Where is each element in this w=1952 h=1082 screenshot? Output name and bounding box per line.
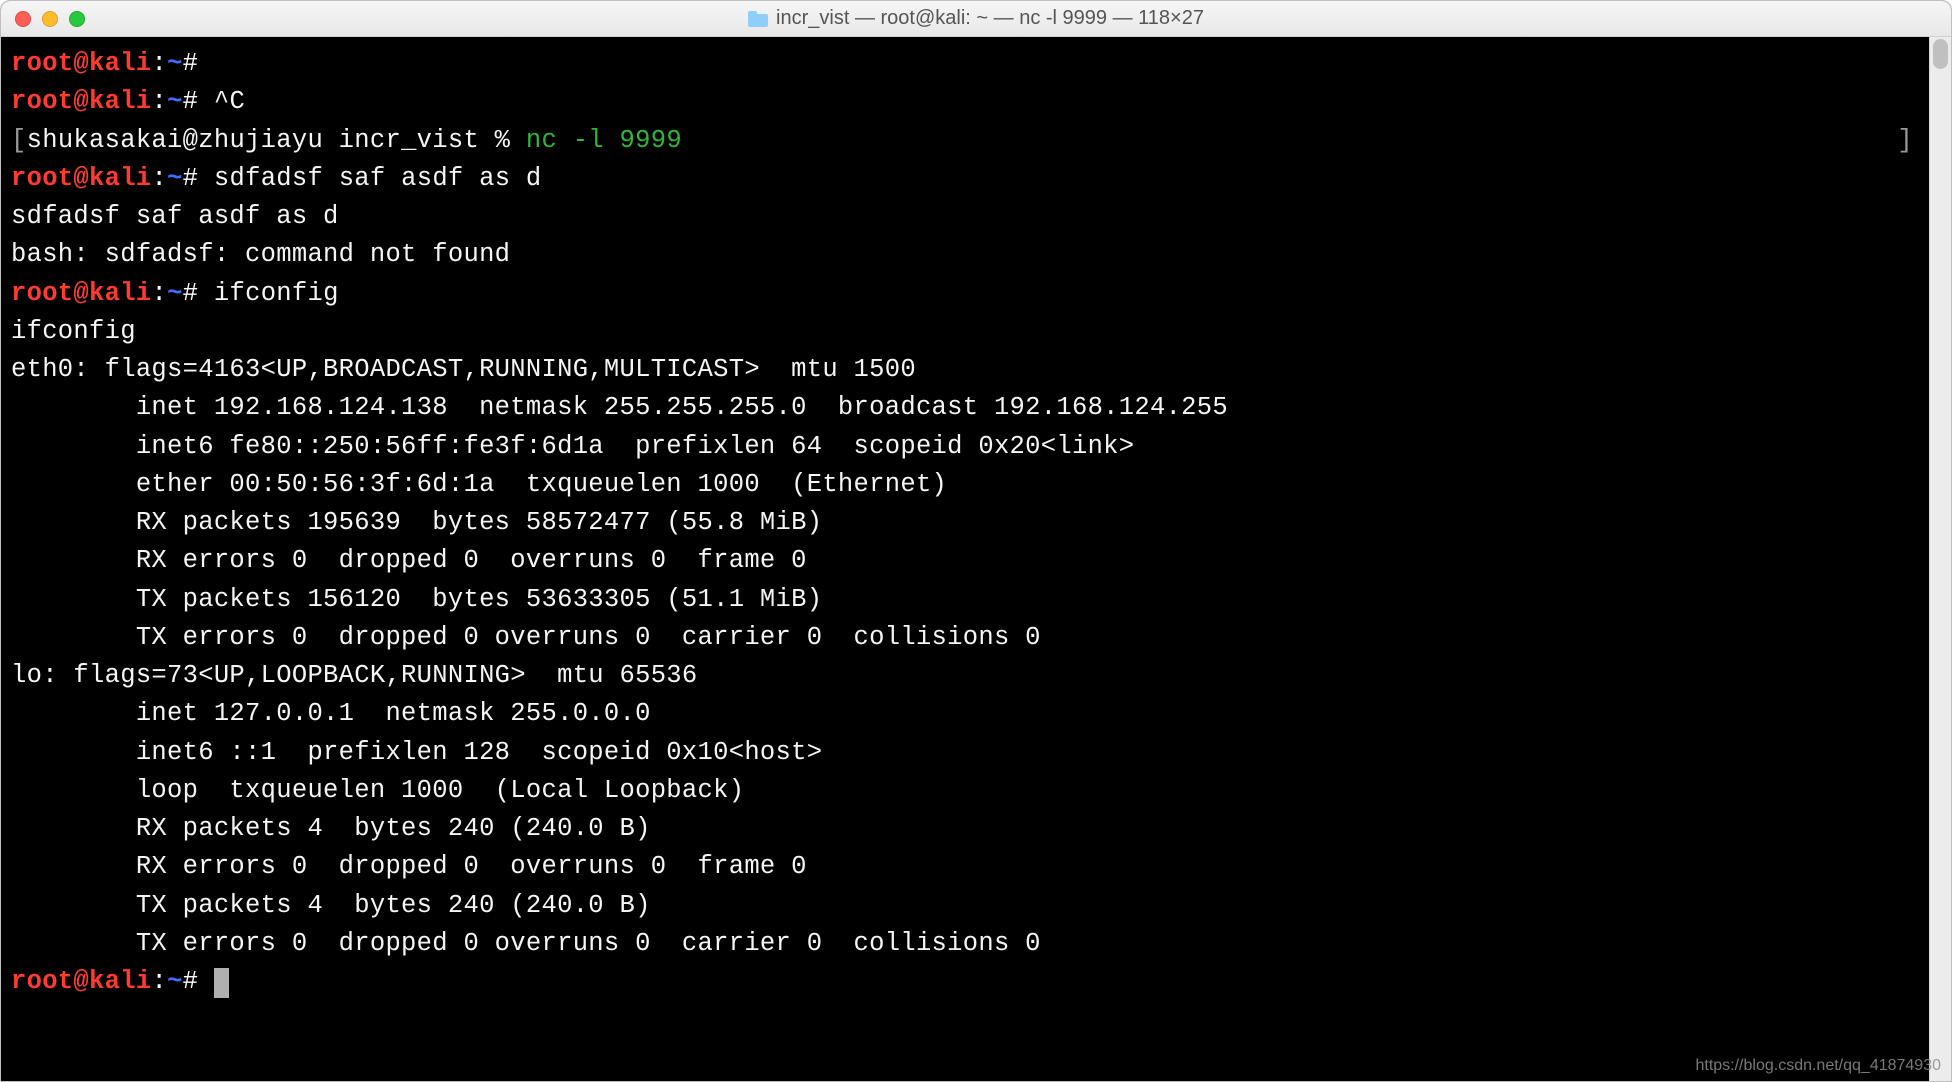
terminal-line: root@kali:~# sdfadsf saf asdf as d bbox=[11, 160, 1919, 198]
prompt-at: @ bbox=[73, 87, 89, 116]
window-title: incr_vist — root@kali: ~ — nc -l 9999 — … bbox=[748, 7, 1204, 30]
prompt-at: @ bbox=[73, 967, 89, 996]
terminal-line: RX packets 4 bytes 240 (240.0 B) bbox=[11, 810, 1919, 848]
terminal-line: ether 00:50:56:3f:6d:1a txqueuelen 1000 … bbox=[11, 466, 1919, 504]
scrollbar-thumb[interactable] bbox=[1933, 39, 1948, 69]
terminal-line: bash: sdfadsf: command not found bbox=[11, 236, 1919, 274]
command-text bbox=[198, 967, 214, 996]
terminal-line: inet 127.0.0.1 netmask 255.0.0.0 bbox=[11, 695, 1919, 733]
minimize-button[interactable] bbox=[42, 11, 58, 27]
local-shell-prompt: shukasakai@zhujiayu incr_vist % bbox=[27, 126, 526, 155]
watermark-text: https://blog.csdn.net/qq_41874930 bbox=[1695, 1057, 1941, 1075]
terminal-window: incr_vist — root@kali: ~ — nc -l 9999 — … bbox=[0, 0, 1952, 1082]
prompt-colon: : bbox=[151, 87, 167, 116]
prompt-host: kali bbox=[89, 279, 151, 308]
close-button[interactable] bbox=[15, 11, 31, 27]
titlebar: incr_vist — root@kali: ~ — nc -l 9999 — … bbox=[1, 1, 1951, 37]
terminal-line: RX packets 195639 bytes 58572477 (55.8 M… bbox=[11, 504, 1919, 542]
terminal-line: root@kali:~# ifconfig bbox=[11, 275, 1919, 313]
bracket-close: ] bbox=[1897, 122, 1919, 160]
prompt-host: kali bbox=[89, 164, 151, 193]
prompt-colon: : bbox=[151, 967, 167, 996]
prompt-colon: : bbox=[151, 49, 167, 78]
command-text bbox=[198, 49, 214, 78]
command-text: ^C bbox=[198, 87, 245, 116]
prompt-user: root bbox=[11, 87, 73, 116]
prompt-path: ~ bbox=[167, 49, 183, 78]
bracket-open: [ bbox=[11, 126, 27, 155]
terminal-line: inet 192.168.124.138 netmask 255.255.255… bbox=[11, 389, 1919, 427]
terminal-line: inet6 fe80::250:56ff:fe3f:6d1a prefixlen… bbox=[11, 428, 1919, 466]
prompt-hash: # bbox=[183, 164, 199, 193]
terminal-line: RX errors 0 dropped 0 overruns 0 frame 0 bbox=[11, 848, 1919, 886]
terminal-line: ifconfig bbox=[11, 313, 1919, 351]
terminal-line: RX errors 0 dropped 0 overruns 0 frame 0 bbox=[11, 542, 1919, 580]
terminal-output[interactable]: root@kali:~# root@kali:~# ^C[shukasakai@… bbox=[1, 37, 1929, 1081]
maximize-button[interactable] bbox=[69, 11, 85, 27]
terminal-line: root@kali:~# ^C bbox=[11, 83, 1919, 121]
prompt-user: root bbox=[11, 967, 73, 996]
prompt-hash: # bbox=[183, 87, 199, 116]
traffic-lights bbox=[15, 11, 85, 27]
prompt-path: ~ bbox=[167, 164, 183, 193]
nc-command: nc -l 9999 bbox=[526, 126, 682, 155]
terminal-line: TX packets 4 bytes 240 (240.0 B) bbox=[11, 887, 1919, 925]
prompt-path: ~ bbox=[167, 967, 183, 996]
prompt-at: @ bbox=[73, 279, 89, 308]
terminal-line: eth0: flags=4163<UP,BROADCAST,RUNNING,MU… bbox=[11, 351, 1919, 389]
terminal-line: TX errors 0 dropped 0 overruns 0 carrier… bbox=[11, 619, 1919, 657]
prompt-path: ~ bbox=[167, 279, 183, 308]
prompt-user: root bbox=[11, 164, 73, 193]
prompt-colon: : bbox=[151, 164, 167, 193]
prompt-host: kali bbox=[89, 87, 151, 116]
terminal-line: lo: flags=73<UP,LOOPBACK,RUNNING> mtu 65… bbox=[11, 657, 1919, 695]
prompt-at: @ bbox=[73, 164, 89, 193]
folder-icon bbox=[748, 11, 768, 27]
terminal-line: TX errors 0 dropped 0 overruns 0 carrier… bbox=[11, 925, 1919, 963]
prompt-hash: # bbox=[183, 279, 199, 308]
prompt-at: @ bbox=[73, 49, 89, 78]
terminal-area: root@kali:~# root@kali:~# ^C[shukasakai@… bbox=[1, 37, 1951, 1081]
prompt-user: root bbox=[11, 279, 73, 308]
cursor-icon bbox=[214, 968, 229, 998]
terminal-line: TX packets 156120 bytes 53633305 (51.1 M… bbox=[11, 581, 1919, 619]
window-title-text: incr_vist — root@kali: ~ — nc -l 9999 — … bbox=[776, 7, 1204, 30]
terminal-line: root@kali:~# bbox=[11, 963, 1919, 1001]
prompt-host: kali bbox=[89, 49, 151, 78]
prompt-hash: # bbox=[183, 967, 199, 996]
terminal-line: [shukasakai@zhujiayu incr_vist % nc -l 9… bbox=[11, 122, 1919, 160]
terminal-line: loop txqueuelen 1000 (Local Loopback) bbox=[11, 772, 1919, 810]
command-text: sdfadsf saf asdf as d bbox=[198, 164, 541, 193]
prompt-user: root bbox=[11, 49, 73, 78]
prompt-path: ~ bbox=[167, 87, 183, 116]
command-text: ifconfig bbox=[198, 279, 338, 308]
terminal-line: root@kali:~# bbox=[11, 45, 1919, 83]
prompt-host: kali bbox=[89, 967, 151, 996]
prompt-hash: # bbox=[183, 49, 199, 78]
terminal-line: inet6 ::1 prefixlen 128 scopeid 0x10<hos… bbox=[11, 734, 1919, 772]
scrollbar-track[interactable] bbox=[1929, 37, 1951, 1081]
terminal-line: sdfadsf saf asdf as d bbox=[11, 198, 1919, 236]
prompt-colon: : bbox=[151, 279, 167, 308]
